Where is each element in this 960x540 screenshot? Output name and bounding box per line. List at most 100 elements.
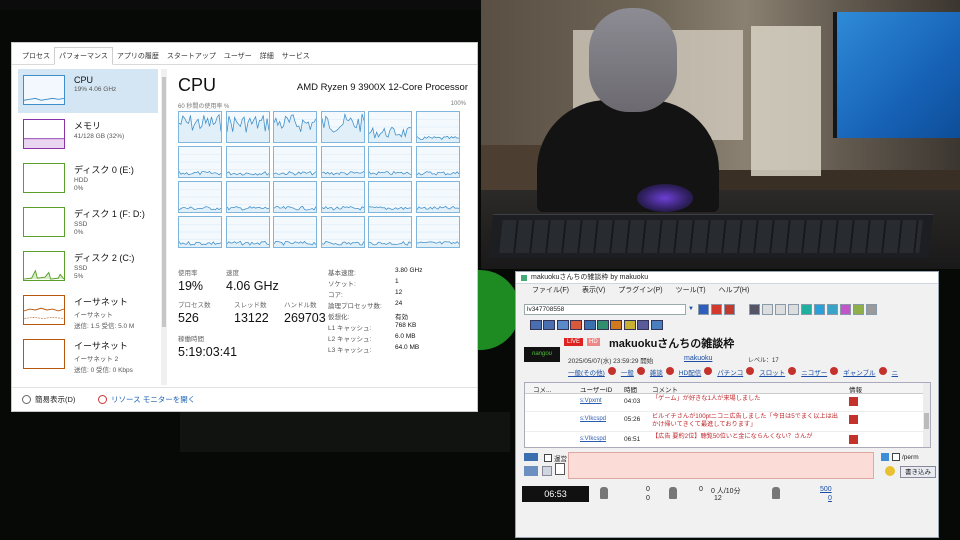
- list-icon[interactable]: [853, 303, 864, 315]
- record-icon[interactable]: [724, 303, 735, 315]
- anonymous-checkbox[interactable]: 運営: [544, 453, 567, 463]
- sidebar-item-disk-2[interactable]: ディスク 2 (C:) SSD 5%: [18, 245, 158, 289]
- tag-dic-icon[interactable]: [878, 367, 887, 375]
- blank-icon[interactable]: [762, 303, 773, 315]
- tab-details[interactable]: 詳細: [256, 48, 278, 64]
- checkbox-box[interactable]: [892, 453, 900, 461]
- speed-value: 4.06 GHz: [226, 279, 279, 293]
- plugin-icon[interactable]: [530, 320, 542, 330]
- sidebar-scrollbar[interactable]: [161, 69, 167, 385]
- speech-icon[interactable]: [801, 303, 812, 315]
- tag-link[interactable]: HD配信: [679, 367, 701, 377]
- checkbox-icon[interactable]: [555, 463, 565, 475]
- plugin-icon[interactable]: [637, 320, 650, 330]
- plugin-icon[interactable]: [543, 320, 556, 330]
- table-row[interactable]: s:VIkcspd 06:51 【広告 要約2位】聴覧50位いと金にならんくない…: [525, 432, 930, 447]
- tab-app-history[interactable]: アプリの履歴: [113, 48, 163, 64]
- page-title: CPU: [178, 75, 217, 95]
- connect-icon[interactable]: [698, 303, 709, 315]
- user-icon[interactable]: [814, 303, 825, 315]
- table-row[interactable]: s:Vpxmt 04:03 「ゲーム」が好きな1人が来場しました: [525, 394, 930, 412]
- tab-processes[interactable]: プロセス: [18, 48, 54, 64]
- column-header-time[interactable]: 時間: [624, 384, 637, 394]
- tag-link[interactable]: 一般: [621, 367, 634, 377]
- live-id-input[interactable]: lv347708558: [524, 303, 686, 315]
- command-icon[interactable]: [524, 466, 538, 476]
- tag-dic-icon[interactable]: [665, 367, 674, 375]
- usage-trace: [226, 115, 269, 142]
- tab-services[interactable]: サービス: [278, 48, 314, 64]
- tag-dic-icon[interactable]: [607, 367, 616, 375]
- tag-link[interactable]: ギャンブル: [843, 367, 875, 377]
- list-icon[interactable]: [542, 466, 552, 476]
- sidebar-item-cpu[interactable]: CPU 19% 4.06 GHz: [18, 69, 158, 113]
- plugin-icon[interactable]: [650, 320, 663, 330]
- checkbox-box[interactable]: [544, 454, 552, 462]
- tag-link[interactable]: スロット: [759, 367, 785, 377]
- sidebar-item-ethernet[interactable]: イーサネット イーサネット 送信: 1.5 受信: 5.0 M: [18, 289, 158, 333]
- disconnect-icon[interactable]: [711, 303, 722, 315]
- tag-dic-icon[interactable]: [830, 367, 839, 375]
- tag-dic-icon[interactable]: [704, 367, 713, 375]
- sidebar-item-disk-0[interactable]: ディスク 0 (E:) HDD 0%: [18, 157, 158, 201]
- tag-link[interactable]: 一般(その他): [568, 367, 605, 377]
- scrollbar-thumb[interactable]: [924, 413, 929, 429]
- blank-icon[interactable]: [775, 303, 786, 315]
- logical-processor-graph: [273, 111, 318, 143]
- comment-user-id[interactable]: s:VIkcspd: [580, 416, 606, 422]
- menu-help[interactable]: ヘルプ(H): [719, 284, 750, 298]
- disk-thumbnail-graph: [23, 251, 65, 281]
- tag-link[interactable]: パチンコ: [717, 367, 743, 377]
- tag-link[interactable]: ニ: [892, 367, 899, 377]
- status-link[interactable]: 500: [820, 486, 832, 493]
- smiley-icon[interactable]: [885, 466, 895, 476]
- tag-dic-icon[interactable]: [788, 367, 797, 375]
- tag-dic-icon[interactable]: [636, 367, 645, 375]
- tab-startup[interactable]: スタートアップ: [163, 48, 220, 64]
- column-header-no[interactable]: コメ...: [533, 384, 551, 394]
- menu-file[interactable]: ファイル(F): [532, 284, 569, 298]
- sidebar-item-disk-1[interactable]: ディスク 1 (F: D:) SSD 0%: [18, 201, 158, 245]
- tag-link[interactable]: 雑談: [650, 367, 663, 377]
- table-row[interactable]: s:VIkcspd 05:26 ビルイチさんが100ptニコニ広告しました「今日…: [525, 412, 930, 432]
- perm-checkbox[interactable]: /perm: [881, 453, 919, 461]
- anonymous-label: 運営: [554, 456, 567, 463]
- plugin-icon[interactable]: [610, 320, 623, 330]
- gear-icon[interactable]: [866, 303, 877, 315]
- logical-processor-graph: [415, 111, 460, 143]
- menu-view[interactable]: 表示(V): [582, 284, 605, 298]
- usage-trace: [179, 189, 221, 212]
- comment-scrollbar[interactable]: [923, 383, 930, 447]
- tag-link[interactable]: ニコザー: [801, 367, 827, 377]
- scrollbar-thumb[interactable]: [162, 77, 166, 327]
- dropdown-arrow-icon[interactable]: ▼: [686, 304, 696, 315]
- tab-users[interactable]: ユーザー: [220, 48, 256, 64]
- column-header-comment[interactable]: コメント: [652, 384, 678, 394]
- logical-processor-graph: [273, 216, 318, 248]
- menu-tools[interactable]: ツール(T): [676, 284, 706, 298]
- sidebar-item-memory[interactable]: メモリ 41/128 GB (32%): [18, 113, 158, 157]
- tab-performance[interactable]: パフォーマンス: [54, 47, 113, 65]
- plugin-icon[interactable]: [583, 320, 596, 330]
- comment-user-id[interactable]: s:VIkcspd: [580, 436, 606, 442]
- sidebar-item-ethernet-2[interactable]: イーサネット イーサネット 2 送信: 0 受信: 0 Kbps: [18, 333, 158, 377]
- plugin-icon[interactable]: [570, 320, 583, 330]
- star-icon[interactable]: [840, 303, 851, 315]
- plugin-icon[interactable]: [556, 320, 569, 330]
- column-header-user-id[interactable]: ユーザーID: [580, 384, 612, 394]
- settings-icon[interactable]: [749, 303, 760, 315]
- comment-input[interactable]: [568, 452, 874, 479]
- plugin-icon[interactable]: [623, 320, 636, 330]
- menu-plugin[interactable]: プラグイン(P): [618, 284, 662, 298]
- comment-user-id[interactable]: s:Vpxmt: [580, 398, 602, 404]
- filter-icon[interactable]: [827, 303, 838, 315]
- blank-icon[interactable]: [788, 303, 799, 315]
- broadcaster-link[interactable]: makuoku: [684, 355, 712, 362]
- send-button[interactable]: 書き込み: [900, 466, 936, 478]
- column-header-info[interactable]: 情報: [849, 384, 862, 394]
- plugin-icon[interactable]: [596, 320, 609, 330]
- status-link[interactable]: 0: [828, 495, 832, 502]
- resource-monitor-link[interactable]: リソース モニターを開く: [98, 394, 195, 405]
- simple-view-button[interactable]: 簡易表示(D): [22, 394, 75, 405]
- tag-dic-icon[interactable]: [746, 367, 755, 375]
